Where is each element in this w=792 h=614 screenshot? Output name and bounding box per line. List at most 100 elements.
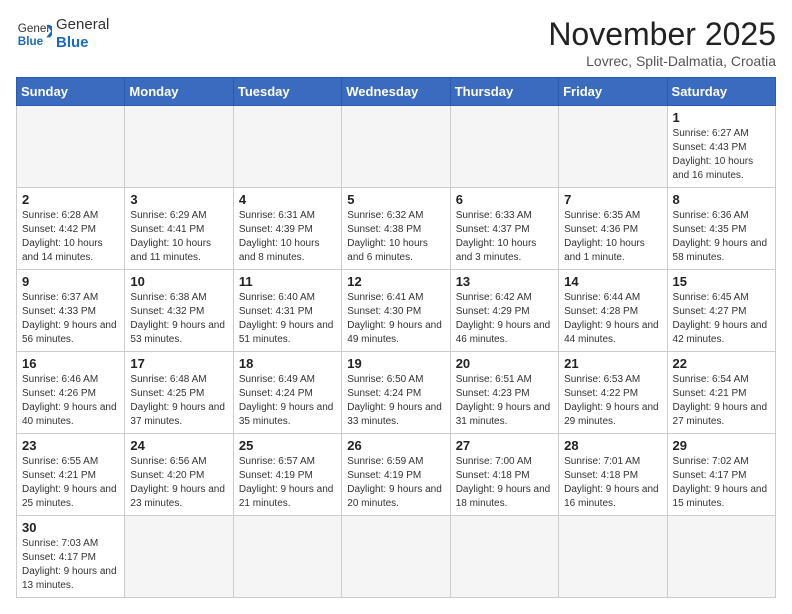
day-number: 26	[347, 438, 444, 453]
day-info: Sunrise: 6:56 AMSunset: 4:20 PMDaylight:…	[130, 455, 227, 511]
calendar-cell: 26 Sunrise: 6:59 AMSunset: 4:19 PMDayligh…	[342, 434, 450, 516]
day-number: 7	[564, 192, 661, 207]
calendar-cell: 22Sunrise: 6:54 AMSunset: 4:21 PMDayligh…	[667, 352, 775, 434]
day-info: Sunrise: 6:29 AMSunset: 4:41 PMDaylight:…	[130, 209, 227, 265]
calendar-cell: 28 Sunrise: 7:01 AMSunset: 4:18 PMDayligh…	[559, 434, 667, 516]
day-number: 17	[130, 356, 227, 371]
day-number: 12	[347, 274, 444, 289]
day-info: Sunrise: 6:44 AMSunset: 4:28 PMDaylight:…	[564, 291, 661, 347]
day-number: 29	[673, 438, 770, 453]
calendar-cell	[450, 516, 558, 598]
day-info: Sunrise: 6:35 AMSunset: 4:36 PMDaylight:…	[564, 209, 661, 265]
header-saturday: Saturday	[667, 78, 775, 106]
month-title: November 2025	[548, 16, 776, 53]
calendar-cell: 1 Sunrise: 6:27 AMSunset: 4:43 PMDaylight…	[667, 106, 775, 188]
calendar-cell	[559, 516, 667, 598]
day-number: 6	[456, 192, 553, 207]
day-number: 9	[22, 274, 119, 289]
day-info: Sunrise: 6:45 AMSunset: 4:27 PMDaylight:…	[673, 291, 770, 347]
calendar-week-5: 30Sunrise: 7:03 AMSunset: 4:17 PMDayligh…	[17, 516, 776, 598]
calendar-cell: 19Sunrise: 6:50 AMSunset: 4:24 PMDayligh…	[342, 352, 450, 434]
day-info: Sunrise: 6:48 AMSunset: 4:25 PMDaylight:…	[130, 373, 227, 429]
calendar-cell: 10Sunrise: 6:38 AMSunset: 4:32 PMDayligh…	[125, 270, 233, 352]
calendar-cell: 16 Sunrise: 6:46 AMSunset: 4:26 PMDayligh…	[17, 352, 125, 434]
calendar-cell	[125, 106, 233, 188]
day-info: Sunrise: 7:01 AMSunset: 4:18 PMDaylight:…	[564, 455, 661, 511]
day-number: 19	[347, 356, 444, 371]
location-subtitle: Lovrec, Split-Dalmatia, Croatia	[548, 53, 776, 69]
header-friday: Friday	[559, 78, 667, 106]
calendar-cell: 8 Sunrise: 6:36 AMSunset: 4:35 PMDaylight…	[667, 188, 775, 270]
day-info: Sunrise: 6:31 AMSunset: 4:39 PMDaylight:…	[239, 209, 336, 265]
day-info: Sunrise: 6:53 AMSunset: 4:22 PMDaylight:…	[564, 373, 661, 429]
calendar-cell	[342, 106, 450, 188]
header-sunday: Sunday	[17, 78, 125, 106]
calendar-cell: 12Sunrise: 6:41 AMSunset: 4:30 PMDayligh…	[342, 270, 450, 352]
day-info: Sunrise: 6:46 AMSunset: 4:26 PMDaylight:…	[22, 373, 119, 429]
calendar-week-1: 2 Sunrise: 6:28 AMSunset: 4:42 PMDaylight…	[17, 188, 776, 270]
calendar-week-4: 23Sunrise: 6:55 AMSunset: 4:21 PMDayligh…	[17, 434, 776, 516]
day-info: Sunrise: 6:36 AMSunset: 4:35 PMDaylight:…	[673, 209, 770, 265]
day-number: 22	[673, 356, 770, 371]
calendar-week-0: 1 Sunrise: 6:27 AMSunset: 4:43 PMDaylight…	[17, 106, 776, 188]
calendar-cell: 23Sunrise: 6:55 AMSunset: 4:21 PMDayligh…	[17, 434, 125, 516]
calendar-cell: 9 Sunrise: 6:37 AMSunset: 4:33 PMDaylight…	[17, 270, 125, 352]
title-block: November 2025 Lovrec, Split-Dalmatia, Cr…	[548, 16, 776, 69]
header-thursday: Thursday	[450, 78, 558, 106]
day-info: Sunrise: 6:55 AMSunset: 4:21 PMDaylight:…	[22, 455, 119, 511]
logo: General Blue General Blue	[16, 16, 109, 52]
header-row: Sunday Monday Tuesday Wednesday Thursday…	[17, 78, 776, 106]
day-info: Sunrise: 6:59 AMSunset: 4:19 PMDaylight:…	[347, 455, 444, 511]
calendar-cell: 11 Sunrise: 6:40 AMSunset: 4:31 PMDayligh…	[233, 270, 341, 352]
day-info: Sunrise: 7:00 AMSunset: 4:18 PMDaylight:…	[456, 455, 553, 511]
day-info: Sunrise: 6:40 AMSunset: 4:31 PMDaylight:…	[239, 291, 336, 347]
calendar-cell	[125, 516, 233, 598]
day-number: 10	[130, 274, 227, 289]
calendar-cell	[17, 106, 125, 188]
calendar-cell: 24 Sunrise: 6:56 AMSunset: 4:20 PMDayligh…	[125, 434, 233, 516]
calendar-week-3: 16 Sunrise: 6:46 AMSunset: 4:26 PMDayligh…	[17, 352, 776, 434]
day-info: Sunrise: 6:42 AMSunset: 4:29 PMDaylight:…	[456, 291, 553, 347]
calendar-table: Sunday Monday Tuesday Wednesday Thursday…	[16, 77, 776, 598]
calendar-cell	[342, 516, 450, 598]
day-info: Sunrise: 6:33 AMSunset: 4:37 PMDaylight:…	[456, 209, 553, 265]
day-number: 3	[130, 192, 227, 207]
calendar-cell: 20Sunrise: 6:51 AMSunset: 4:23 PMDayligh…	[450, 352, 558, 434]
day-info: Sunrise: 6:32 AMSunset: 4:38 PMDaylight:…	[347, 209, 444, 265]
day-number: 28	[564, 438, 661, 453]
logo-general-text: General	[56, 16, 109, 34]
header-monday: Monday	[125, 78, 233, 106]
day-info: Sunrise: 6:28 AMSunset: 4:42 PMDaylight:…	[22, 209, 119, 265]
calendar-cell: 30Sunrise: 7:03 AMSunset: 4:17 PMDayligh…	[17, 516, 125, 598]
calendar-cell: 18Sunrise: 6:49 AMSunset: 4:24 PMDayligh…	[233, 352, 341, 434]
calendar-cell: 21Sunrise: 6:53 AMSunset: 4:22 PMDayligh…	[559, 352, 667, 434]
calendar-cell: 27 Sunrise: 7:00 AMSunset: 4:18 PMDayligh…	[450, 434, 558, 516]
calendar-cell: 4Sunrise: 6:31 AMSunset: 4:39 PMDaylight…	[233, 188, 341, 270]
day-number: 14	[564, 274, 661, 289]
calendar-cell	[667, 516, 775, 598]
calendar-cell: 7 Sunrise: 6:35 AMSunset: 4:36 PMDaylight…	[559, 188, 667, 270]
day-number: 1	[673, 110, 770, 125]
day-number: 11	[239, 274, 336, 289]
day-info: Sunrise: 6:51 AMSunset: 4:23 PMDaylight:…	[456, 373, 553, 429]
day-info: Sunrise: 7:02 AMSunset: 4:17 PMDaylight:…	[673, 455, 770, 511]
calendar-week-2: 9 Sunrise: 6:37 AMSunset: 4:33 PMDaylight…	[17, 270, 776, 352]
day-number: 16	[22, 356, 119, 371]
day-info: Sunrise: 6:57 AMSunset: 4:19 PMDaylight:…	[239, 455, 336, 511]
day-number: 2	[22, 192, 119, 207]
calendar-cell: 14 Sunrise: 6:44 AMSunset: 4:28 PMDayligh…	[559, 270, 667, 352]
day-number: 27	[456, 438, 553, 453]
day-number: 8	[673, 192, 770, 207]
day-info: Sunrise: 6:49 AMSunset: 4:24 PMDaylight:…	[239, 373, 336, 429]
calendar-cell: 2 Sunrise: 6:28 AMSunset: 4:42 PMDaylight…	[17, 188, 125, 270]
day-number: 24	[130, 438, 227, 453]
day-info: Sunrise: 6:37 AMSunset: 4:33 PMDaylight:…	[22, 291, 119, 347]
calendar-cell: 29 Sunrise: 7:02 AMSunset: 4:17 PMDayligh…	[667, 434, 775, 516]
calendar-cell: 17 Sunrise: 6:48 AMSunset: 4:25 PMDayligh…	[125, 352, 233, 434]
calendar-cell: 5 Sunrise: 6:32 AMSunset: 4:38 PMDaylight…	[342, 188, 450, 270]
calendar-cell: 6 Sunrise: 6:33 AMSunset: 4:37 PMDaylight…	[450, 188, 558, 270]
day-info: Sunrise: 6:27 AMSunset: 4:43 PMDaylight:…	[673, 127, 770, 183]
day-number: 5	[347, 192, 444, 207]
logo-icon: General Blue	[16, 16, 52, 52]
svg-text:Blue: Blue	[18, 35, 44, 48]
